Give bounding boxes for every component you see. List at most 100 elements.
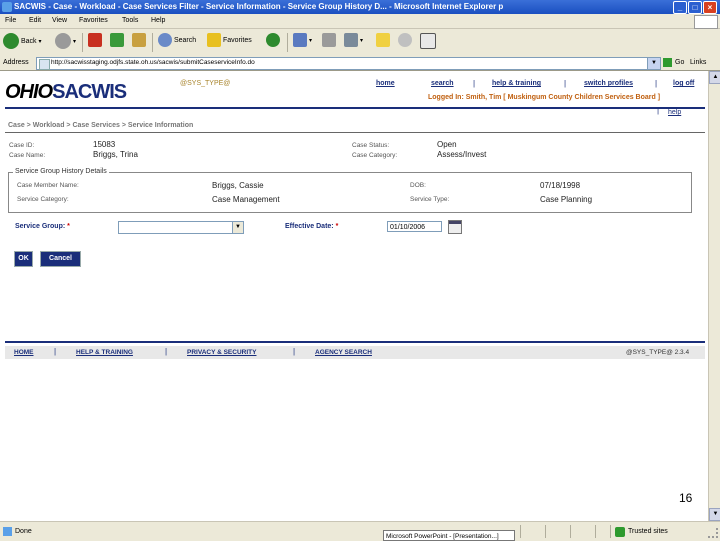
back-dropdown-icon[interactable]: ▾ <box>38 39 41 45</box>
ok-button[interactable]: OK <box>14 251 33 267</box>
folder-icon <box>376 33 390 47</box>
service-type-label: Service Type: <box>410 196 450 203</box>
footer-help-training-link[interactable]: HELP & TRAINING <box>76 349 133 356</box>
forward-dropdown-icon[interactable]: ▾ <box>73 39 76 45</box>
stop-icon <box>88 33 102 47</box>
nav-search-link[interactable]: search <box>431 80 454 87</box>
dob-value: 07/18/1998 <box>540 181 581 190</box>
links-button[interactable]: Links <box>690 59 706 66</box>
print-icon <box>322 33 336 47</box>
back-arrow-icon <box>3 33 19 49</box>
breadcrumb-divider <box>5 132 705 133</box>
print-button[interactable] <box>322 33 336 52</box>
browser-toolbar: Back ▾ ▾ Search Favorites ▾ ▾ <box>0 29 720 57</box>
search-button[interactable]: Search <box>158 33 196 52</box>
footer-privacy-security-link[interactable]: PRIVACY & SECURITY <box>187 349 256 356</box>
cancel-button[interactable]: Cancel <box>40 251 81 267</box>
case-name-value: Briggs, Trina <box>93 150 138 159</box>
nav-divider: | <box>564 79 567 88</box>
edit-button[interactable]: ▾ <box>344 33 363 52</box>
nav-help-training-link[interactable]: help & training <box>492 80 541 87</box>
favorites-button[interactable]: Favorites <box>207 33 252 52</box>
forward-button[interactable]: ▾ <box>55 33 76 52</box>
windows-flag-icon <box>694 15 718 29</box>
required-marker: * <box>67 223 70 230</box>
mail-button[interactable]: ▾ <box>293 33 312 52</box>
footer-divider-pipe: | <box>165 347 168 356</box>
nav-switch-profiles-link[interactable]: switch profiles <box>584 80 633 87</box>
trusted-sites-icon <box>615 527 625 537</box>
research-icon <box>420 33 436 49</box>
status-divider <box>610 525 611 538</box>
menu-view[interactable]: View <box>52 17 67 24</box>
nav-divider: | <box>655 79 658 88</box>
help-link[interactable]: help <box>668 109 681 116</box>
menu-edit[interactable]: Edit <box>29 17 41 24</box>
address-input[interactable]: http://sacwisstaging.odjfs.state.oh.us/s… <box>36 57 648 70</box>
menu-tools[interactable]: Tools <box>122 17 138 24</box>
footer-sys-type: @SYS_TYPE@ 2.3.4 <box>626 349 690 356</box>
mail-dropdown-icon[interactable]: ▾ <box>309 38 312 44</box>
media-icon <box>266 33 280 47</box>
toolbar-divider <box>287 33 288 52</box>
nav-home-link[interactable]: home <box>376 80 395 87</box>
taskbar-powerpoint-button[interactable]: Microsoft PowerPoint - [Presentation...] <box>383 530 515 541</box>
status-divider <box>520 525 521 538</box>
menu-help[interactable]: Help <box>151 17 165 24</box>
case-id-value: 15083 <box>93 140 116 149</box>
forward-arrow-icon <box>55 33 71 49</box>
window-title-bar: SACWIS - Case - Workload - Case Services… <box>0 0 720 14</box>
effective-date-input[interactable]: 01/10/2006 <box>387 221 442 232</box>
media-button[interactable] <box>266 33 280 52</box>
minimize-button[interactable]: _ <box>673 1 687 14</box>
status-divider <box>570 525 571 538</box>
ohio-sacwis-logo[interactable]: OHIOSACWIS <box>5 81 127 104</box>
service-category-value: Case Management <box>212 195 280 204</box>
service-group-select[interactable]: ▼ <box>118 221 244 234</box>
slide-number: 16 <box>679 491 693 505</box>
messenger-button[interactable] <box>398 33 412 52</box>
research-button[interactable] <box>420 33 436 52</box>
go-arrow-icon[interactable] <box>663 58 672 67</box>
case-status-value: Open <box>437 140 457 149</box>
vertical-scrollbar[interactable]: ▲ ▼ <box>708 71 720 521</box>
back-button[interactable]: Back ▾ <box>3 33 41 52</box>
scroll-down-icon[interactable]: ▼ <box>709 508 720 521</box>
chevron-down-icon[interactable]: ▼ <box>232 222 243 233</box>
dob-label: DOB: <box>410 182 426 189</box>
refresh-button[interactable] <box>110 33 124 52</box>
page-content: OHIOSACWIS @SYS_TYPE@ home search | help… <box>0 71 708 521</box>
service-type-value: Case Planning <box>540 195 593 204</box>
refresh-icon <box>110 33 124 47</box>
footer-home-link[interactable]: HOME <box>14 349 34 356</box>
footer-agency-search-link[interactable]: AGENCY SEARCH <box>315 349 372 356</box>
resize-grip-icon[interactable] <box>708 528 718 538</box>
go-button[interactable]: Go <box>675 59 684 66</box>
menu-file[interactable]: File <box>5 17 16 24</box>
search-icon <box>158 33 172 47</box>
menu-favorites[interactable]: Favorites <box>79 17 108 24</box>
menu-bar: File Edit View Favorites Tools Help <box>0 14 720 29</box>
toolbar-divider <box>82 33 83 52</box>
stop-button[interactable] <box>88 33 102 52</box>
calendar-icon[interactable] <box>448 220 462 234</box>
help-divider: | <box>657 106 660 115</box>
scroll-up-icon[interactable]: ▲ <box>709 71 720 84</box>
folder-button[interactable] <box>376 33 390 52</box>
member-name-value: Briggs, Cassie <box>212 181 264 190</box>
favorites-label: Favorites <box>222 36 252 44</box>
footer-divider-pipe: | <box>293 347 296 356</box>
case-category-value: Assess/Invest <box>437 150 487 159</box>
home-button[interactable] <box>132 33 146 52</box>
address-dropdown-icon[interactable]: ▼ <box>647 57 661 70</box>
breadcrumb: Case > Workload > Case Services > Servic… <box>8 122 194 129</box>
edit-dropdown-icon[interactable]: ▾ <box>360 38 363 44</box>
maximize-button[interactable]: □ <box>688 1 702 14</box>
status-bar: Done Microsoft PowerPoint - [Presentatio… <box>0 521 720 541</box>
sys-type-label: @SYS_TYPE@ <box>180 80 231 87</box>
nav-log-off-link[interactable]: log off <box>673 80 694 87</box>
service-group-label-text: Service Group: <box>15 223 66 230</box>
page-icon <box>39 59 50 70</box>
home-icon <box>132 33 146 47</box>
close-window-button[interactable]: × <box>703 1 717 14</box>
